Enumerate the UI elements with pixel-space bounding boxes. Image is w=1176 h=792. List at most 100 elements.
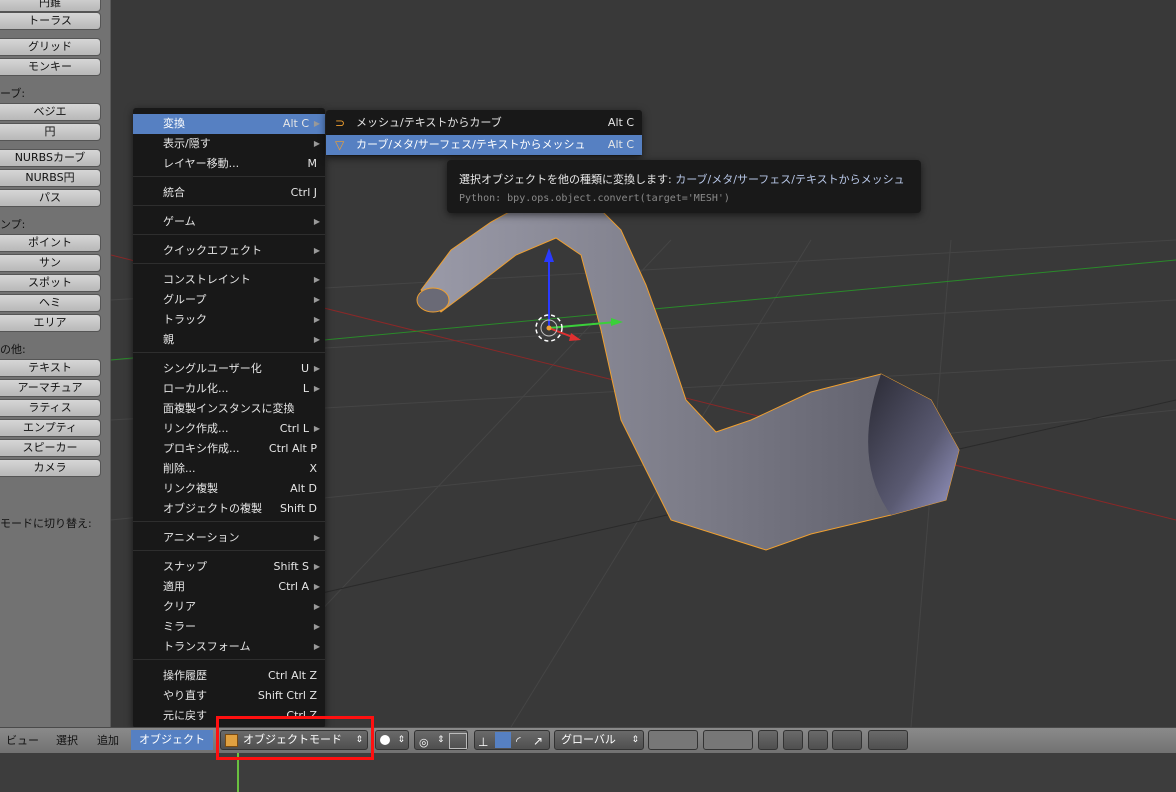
- object-menu-item[interactable]: 表示/隠す ▶: [133, 134, 325, 154]
- layer-lock-icon[interactable]: [758, 730, 778, 750]
- add-lattice-button[interactable]: ラティス: [0, 399, 101, 417]
- add-menu[interactable]: 追加: [97, 732, 119, 748]
- object-menu-item[interactable]: やり直す Shift Ctrl Z: [133, 686, 325, 706]
- submenu-arrow-icon: ▶: [313, 602, 320, 611]
- curve-section-label: ーブ:: [0, 87, 26, 100]
- viewport-header: ビュー 選択 追加 オブジェクト オブジェクトモード ⇕ ⇕ ◎ ⇕ ⊥ ◜ ↗…: [0, 727, 1176, 753]
- chevron-updown-icon: ⇕: [631, 735, 639, 745]
- snap-toggle-icon[interactable]: [808, 730, 828, 750]
- orientation-selector[interactable]: グローバル ⇕: [554, 730, 644, 750]
- menu-item-shortcut: Ctrl Alt Z: [268, 669, 317, 682]
- add-empty-button[interactable]: エンプティ: [0, 419, 101, 437]
- layers-block-1[interactable]: [648, 730, 698, 750]
- object-menu[interactable]: オブジェクト: [131, 730, 213, 750]
- add-armature-button[interactable]: アーマチュア: [0, 379, 101, 397]
- add-speaker-button[interactable]: スピーカー: [0, 439, 101, 457]
- menu-item-label: コンストレイント: [163, 273, 251, 286]
- menu-item-label: トランスフォーム: [163, 640, 251, 653]
- object-menu-item[interactable]: リンク作成... Ctrl L ▶: [133, 419, 325, 439]
- submenu-arrow-icon: ▶: [313, 295, 320, 304]
- object-menu-item[interactable]: 変換 Alt C ▶: [133, 114, 325, 134]
- add-monkey-button[interactable]: モンキー: [0, 58, 101, 76]
- select-menu[interactable]: 選択: [56, 732, 78, 748]
- object-menu-item[interactable]: 統合 Ctrl J: [133, 183, 325, 203]
- add-point-lamp-button[interactable]: ポイント: [0, 234, 101, 252]
- menu-separator: [133, 550, 325, 551]
- add-sun-lamp-button[interactable]: サン: [0, 254, 101, 272]
- add-spot-lamp-button[interactable]: スポット: [0, 274, 101, 292]
- object-menu-dropdown: 変換 Alt C ▶ 表示/隠す ▶ レイヤー移動... M 統合 Ctrl J ゲーム ▶ クイック…: [133, 108, 325, 728]
- object-menu-item[interactable]: トラック ▶: [133, 310, 325, 330]
- object-menu-item[interactable]: シングルユーザー化 U ▶: [133, 359, 325, 379]
- submenu-arrow-icon: ▶: [313, 275, 320, 284]
- view-menu[interactable]: ビュー: [6, 732, 39, 748]
- menu-item-label: スナップ: [163, 560, 207, 573]
- object-menu-item[interactable]: リンク複製 Alt D: [133, 479, 325, 499]
- snap-element-icon[interactable]: [832, 730, 862, 750]
- axis-gizmo-icon[interactable]: ⊥: [478, 733, 488, 751]
- rotate-icon[interactable]: ◜: [516, 732, 521, 750]
- object-menu-item[interactable]: アニメーション ▶: [133, 528, 325, 548]
- menu-item-label: クイックエフェクト: [163, 244, 262, 257]
- object-menu-item[interactable]: グループ ▶: [133, 290, 325, 310]
- menu-item-label: シングルユーザー化: [163, 362, 262, 375]
- add-torus-button[interactable]: トーラス: [0, 12, 101, 30]
- object-menu-item[interactable]: 適用 Ctrl A ▶: [133, 577, 325, 597]
- object-menu-item[interactable]: クリア ▶: [133, 597, 325, 617]
- translate-icon[interactable]: [495, 732, 511, 748]
- proportional-edit-icon[interactable]: [783, 730, 803, 750]
- object-menu-item[interactable]: ミラー ▶: [133, 617, 325, 637]
- add-cone-button[interactable]: 円錐: [0, 0, 101, 12]
- manipulator-toggle-icon[interactable]: [449, 733, 467, 749]
- object-menu-item[interactable]: プロキシ作成... Ctrl Alt P: [133, 439, 325, 459]
- menu-item-shortcut: X: [309, 462, 317, 475]
- add-path-button[interactable]: パス: [0, 189, 101, 207]
- add-bezier-button[interactable]: ベジエ: [0, 103, 101, 121]
- object-menu-item[interactable]: スナップ Shift S ▶: [133, 557, 325, 577]
- chevron-updown-icon: ⇕: [437, 735, 445, 745]
- scale-icon[interactable]: ↗: [533, 732, 543, 750]
- mode-switch-label: モードに切り替え:: [0, 517, 92, 530]
- object-menu-item[interactable]: 削除... X: [133, 459, 325, 479]
- convert-menu-item[interactable]: ▽ カーブ/メタ/サーフェス/テキストからメッシュ Alt C: [326, 135, 642, 155]
- add-hemi-lamp-button[interactable]: ヘミ: [0, 294, 101, 312]
- tooltip-title: 選択オブジェクトを他の種類に変換します: カーブ/メタ/サーフェス/テキストから…: [459, 171, 905, 187]
- submenu-arrow-icon: ▶: [313, 622, 320, 631]
- submenu-arrow-icon: ▶: [313, 217, 320, 226]
- object-menu-item[interactable]: ローカル化... L ▶: [133, 379, 325, 399]
- pivot-selector[interactable]: ◎ ⇕: [414, 730, 468, 750]
- object-menu-item[interactable]: 操作履歴 Ctrl Alt Z: [133, 666, 325, 686]
- object-menu-item[interactable]: コンストレイント ▶: [133, 270, 325, 290]
- convert-menu-item[interactable]: ⊃ メッシュ/テキストからカーブ Alt C: [326, 113, 642, 133]
- other-section-label: の他:: [0, 343, 26, 356]
- menu-item-shortcut: L: [302, 382, 309, 395]
- add-nurbs-circle-button[interactable]: NURBS円: [0, 169, 101, 187]
- menu-item-shortcut: Ctrl Alt P: [268, 442, 317, 455]
- add-circle-curve-button[interactable]: 円: [0, 123, 101, 141]
- render-icon[interactable]: [868, 730, 908, 750]
- add-grid-button[interactable]: グリッド: [0, 38, 101, 56]
- menu-item-label: グループ: [163, 293, 207, 306]
- menu-item-shortcut: Alt C: [607, 116, 634, 129]
- menu-item-shortcut: Shift S: [273, 560, 309, 573]
- menu-item-label: 親: [163, 333, 174, 346]
- object-menu-item[interactable]: トランスフォーム ▶: [133, 637, 325, 657]
- add-text-button[interactable]: テキスト: [0, 359, 101, 377]
- curve-tube-object: [416, 185, 960, 551]
- menu-item-label: ミラー: [163, 620, 196, 633]
- add-camera-button[interactable]: カメラ: [0, 459, 101, 477]
- object-menu-item[interactable]: レイヤー移動... M: [133, 154, 325, 174]
- add-nurbs-curve-button[interactable]: NURBSカーブ: [0, 149, 101, 167]
- layers-block-2[interactable]: [703, 730, 753, 750]
- submenu-arrow-icon: ▶: [313, 562, 320, 571]
- menu-separator: [133, 176, 325, 177]
- object-menu-item[interactable]: クイックエフェクト ▶: [133, 241, 325, 261]
- object-menu-item[interactable]: 面複製インスタンスに変換: [133, 399, 325, 419]
- add-area-lamp-button[interactable]: エリア: [0, 314, 101, 332]
- object-menu-item[interactable]: オブジェクトの複製 Shift D: [133, 499, 325, 519]
- shading-selector[interactable]: ⇕: [375, 730, 409, 750]
- menu-item-label: カーブ/メタ/サーフェス/テキストからメッシュ: [356, 138, 586, 151]
- timeline-area[interactable]: [0, 753, 1176, 792]
- object-menu-item[interactable]: 親 ▶: [133, 330, 325, 350]
- object-menu-item[interactable]: ゲーム ▶: [133, 212, 325, 232]
